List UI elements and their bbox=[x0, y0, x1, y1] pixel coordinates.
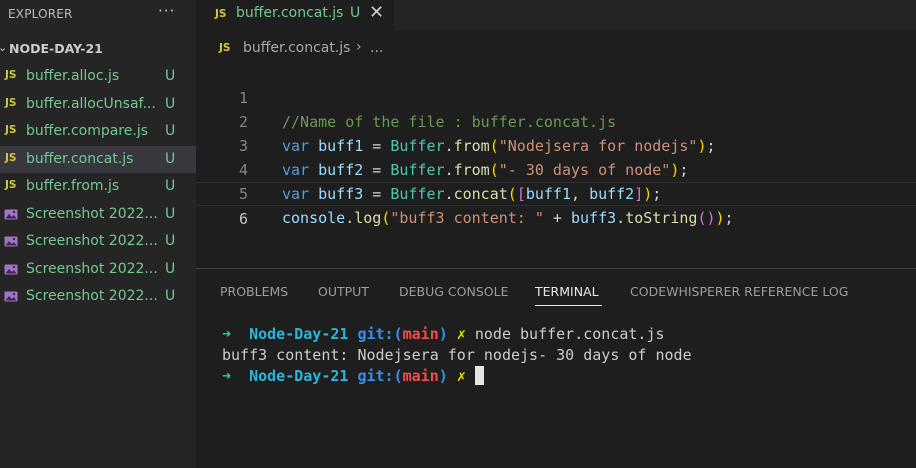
more-actions-icon[interactable]: ··· bbox=[158, 2, 175, 20]
file-item-buffer-alloc[interactable]: JS buffer.alloc.js U bbox=[0, 63, 196, 91]
file-item-buffer-concat[interactable]: JS buffer.concat.js U bbox=[0, 145, 196, 173]
code-line-current: 6 bbox=[196, 182, 916, 228]
javascript-file-icon: JS bbox=[5, 96, 17, 109]
terminal-line: buff3 content: Nodejsera for nodejs- 30 … bbox=[222, 346, 692, 364]
terminal-line: ➜ Node-Day-21 git:(main) ✗ node buffer.c… bbox=[222, 325, 665, 343]
terminal-line: ➜ Node-Day-21 git:(main) ✗ bbox=[222, 366, 692, 387]
tab-problems[interactable]: PROBLEMS bbox=[220, 284, 288, 299]
explorer-title: EXPLORER bbox=[8, 7, 73, 21]
line-number: 6 bbox=[238, 210, 248, 228]
file-item-buffer-allocunsafe[interactable]: JS buffer.allocUnsaf... U bbox=[0, 91, 196, 119]
untracked-badge: U bbox=[165, 260, 176, 277]
file-item-screenshot-3[interactable]: Screenshot 2022... U bbox=[0, 256, 196, 284]
chevron-right-icon: › bbox=[356, 39, 362, 55]
breadcrumb-file[interactable]: buffer.concat.js bbox=[243, 40, 350, 56]
javascript-file-icon: JS bbox=[219, 42, 231, 54]
file-name: Screenshot 2022... bbox=[26, 260, 158, 277]
javascript-file-icon: JS bbox=[5, 179, 17, 191]
file-name: Screenshot 2022... bbox=[26, 205, 158, 222]
untracked-badge: U bbox=[165, 205, 176, 222]
file-list: JS buffer.alloc.js U JS buffer.allocUnsa… bbox=[0, 63, 196, 311]
panel-tabs: PROBLEMS OUTPUT DEBUG CONSOLE TERMINAL C… bbox=[196, 269, 916, 313]
file-name: buffer.compare.js bbox=[26, 123, 149, 139]
image-file-icon bbox=[4, 236, 18, 247]
tab-label: buffer.concat.js bbox=[236, 5, 344, 21]
untracked-badge: U bbox=[165, 150, 176, 167]
javascript-file-icon: JS bbox=[215, 8, 227, 20]
tab-output[interactable]: OUTPUT bbox=[318, 284, 369, 299]
file-name: buffer.alloc.js bbox=[26, 68, 120, 84]
file-name: Screenshot 2022... bbox=[26, 288, 158, 304]
terminal-cursor bbox=[474, 366, 484, 385]
code-line: 3 var buff2 = Buffer.from("- 30 days of … bbox=[196, 110, 916, 179]
folder-node-day-21[interactable]: ⌄ NODE-DAY-21 bbox=[0, 38, 196, 60]
folder-name: NODE-DAY-21 bbox=[9, 41, 103, 56]
line-source: console.log("buff3 content: " + buff3.to… bbox=[282, 209, 734, 227]
active-tab-indicator bbox=[535, 305, 602, 306]
file-item-buffer-from[interactable]: JS buffer.from.js U bbox=[0, 173, 196, 201]
file-name: buffer.allocUnsaf... bbox=[26, 95, 156, 112]
chevron-down-icon: ⌄ bbox=[0, 41, 8, 54]
code-line: 4 var buff3 = Buffer.concat([buff1, buff… bbox=[196, 134, 916, 203]
explorer-sidebar: EXPLORER ··· ⌄ NODE-DAY-21 JS buffer.all… bbox=[0, 0, 196, 468]
javascript-file-icon: JS bbox=[5, 151, 17, 164]
untracked-badge: U bbox=[165, 178, 176, 194]
untracked-badge: U bbox=[165, 233, 176, 249]
file-name: buffer.concat.js bbox=[26, 150, 134, 167]
image-file-icon bbox=[4, 291, 18, 302]
code-editor[interactable]: 1 //Name of the file : buffer.concat.js … bbox=[196, 62, 916, 228]
file-name: Screenshot 2022... bbox=[26, 233, 158, 249]
tab-terminal[interactable]: TERMINAL bbox=[535, 284, 599, 299]
javascript-file-icon: JS bbox=[5, 124, 17, 136]
breadcrumb-more[interactable]: ... bbox=[370, 40, 383, 56]
file-item-screenshot-2[interactable]: Screenshot 2022... U bbox=[0, 228, 196, 256]
untracked-badge: U bbox=[165, 68, 176, 84]
code-line: 5 console.log("buff3 content: " + buff3.… bbox=[196, 158, 916, 227]
editor-tab-bar: JS buffer.concat.js U ✕ bbox=[196, 0, 916, 30]
untracked-badge: U bbox=[165, 288, 176, 304]
tab-buffer-concat[interactable]: JS buffer.concat.js U ✕ bbox=[196, 0, 394, 30]
breadcrumb: JS buffer.concat.js › ... bbox=[196, 38, 916, 60]
javascript-file-icon: JS bbox=[5, 69, 17, 81]
image-file-icon bbox=[4, 209, 18, 219]
tab-debug-console[interactable]: DEBUG CONSOLE bbox=[399, 284, 508, 299]
file-item-buffer-compare[interactable]: JS buffer.compare.js U bbox=[0, 118, 196, 146]
file-name: buffer.from.js bbox=[26, 178, 120, 194]
untracked-badge: U bbox=[350, 5, 361, 21]
bottom-panel: PROBLEMS OUTPUT DEBUG CONSOLE TERMINAL C… bbox=[196, 268, 916, 468]
untracked-badge: U bbox=[165, 123, 176, 139]
code-line: 1 //Name of the file : buffer.concat.js bbox=[196, 62, 916, 131]
explorer-header: EXPLORER ··· bbox=[0, 0, 196, 30]
code-line: 2 var buff1 = Buffer.from("Nodejsera for… bbox=[196, 86, 916, 155]
untracked-badge: U bbox=[165, 95, 176, 112]
terminal-output[interactable]: ➜ Node-Day-21 git:(main) ✗ node buffer.c… bbox=[222, 324, 692, 387]
image-file-icon bbox=[4, 264, 18, 274]
tab-codewhisperer-reference-log[interactable]: CODEWHISPERER REFERENCE LOG bbox=[630, 284, 848, 299]
close-icon[interactable]: ✕ bbox=[369, 2, 384, 23]
file-item-screenshot-4[interactable]: Screenshot 2022... U bbox=[0, 283, 196, 311]
file-item-screenshot-1[interactable]: Screenshot 2022... U bbox=[0, 201, 196, 229]
